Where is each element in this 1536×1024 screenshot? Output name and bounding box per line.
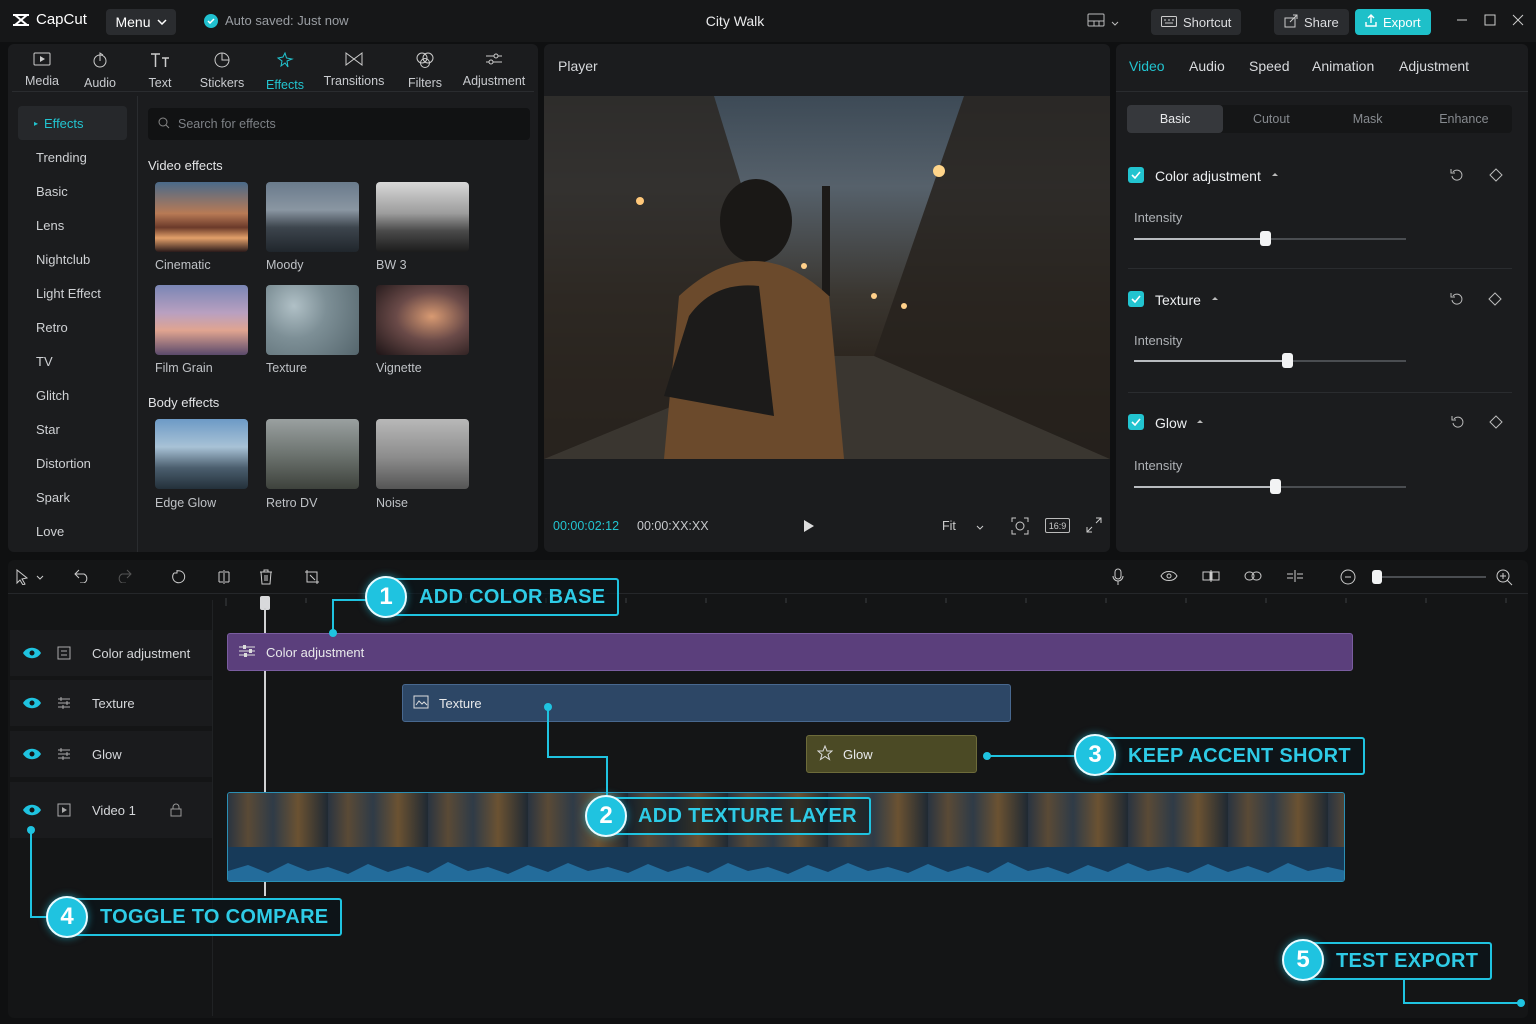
callout-badge: 4 <box>46 896 88 938</box>
callout-add-color-base: ADD COLOR BASE <box>385 578 620 616</box>
callout-badge: 2 <box>585 795 627 837</box>
callout-badge: 3 <box>1074 734 1116 776</box>
callout-text: TOGGLE TO COMPARE <box>100 905 329 928</box>
callout-add-texture-layer: ADD TEXTURE LAYER <box>604 797 871 835</box>
callout-test-export: TEST EXPORT <box>1302 942 1493 980</box>
callout-text: ADD COLOR BASE <box>419 585 606 608</box>
callout-anchor <box>27 826 35 834</box>
callout-keep-accent-short: KEEP ACCENT SHORT <box>1094 737 1365 775</box>
callout-connectors <box>30 599 1521 1004</box>
callout-text: ADD TEXTURE LAYER <box>638 804 857 827</box>
callout-text: KEEP ACCENT SHORT <box>1128 744 1351 767</box>
callout-anchor <box>983 752 991 760</box>
callout-anchor <box>544 703 552 711</box>
callout-badge: 1 <box>365 576 407 618</box>
callout-toggle-to-compare: TOGGLE TO COMPARE <box>66 898 343 936</box>
callout-anchor <box>1517 999 1525 1007</box>
callout-text: TEST EXPORT <box>1336 949 1479 972</box>
callout-badge: 5 <box>1282 939 1324 981</box>
callout-anchor <box>329 629 337 637</box>
